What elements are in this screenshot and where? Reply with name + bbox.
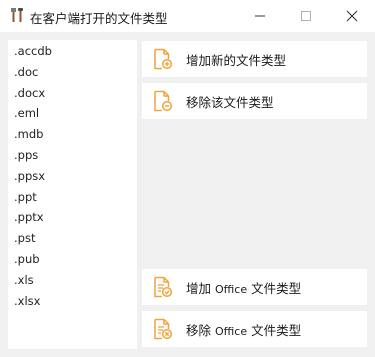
maximize-button[interactable] bbox=[283, 0, 329, 32]
list-item[interactable]: .docx bbox=[8, 83, 137, 104]
file-add-icon bbox=[154, 48, 173, 70]
file-list-check-icon bbox=[154, 276, 173, 298]
list-item[interactable]: .pub bbox=[8, 249, 137, 270]
title-bar: 在客户端打开的文件类型 bbox=[0, 0, 375, 32]
add-office-file-types-button[interactable]: 增加 Office 文件类型 bbox=[142, 269, 367, 305]
file-list-remove-icon bbox=[154, 318, 173, 340]
add-file-type-label: 增加新的文件类型 bbox=[186, 52, 287, 68]
list-item[interactable]: .ppt bbox=[8, 187, 137, 208]
minimize-icon bbox=[255, 15, 265, 17]
close-icon bbox=[346, 10, 358, 22]
minimize-button[interactable] bbox=[237, 0, 283, 32]
add-office-file-types-label: 增加 Office 文件类型 bbox=[186, 280, 302, 296]
list-item[interactable]: .mdb bbox=[8, 124, 137, 145]
list-item[interactable]: .eml bbox=[8, 103, 137, 124]
list-item[interactable]: .pps bbox=[8, 145, 137, 166]
list-item[interactable]: .xlsx bbox=[8, 291, 137, 312]
dialog-body: .accdb .doc .docx .eml .mdb .pps .ppsx .… bbox=[0, 32, 375, 357]
remove-file-type-label: 移除该文件类型 bbox=[186, 94, 274, 110]
maximize-icon bbox=[301, 11, 311, 21]
tools-icon bbox=[11, 8, 23, 22]
add-file-type-button[interactable]: 增加新的文件类型 bbox=[142, 41, 367, 77]
remove-office-file-types-label: 移除 Office 文件类型 bbox=[186, 322, 302, 338]
file-type-list[interactable]: .accdb .doc .docx .eml .mdb .pps .ppsx .… bbox=[8, 40, 137, 349]
window-title: 在客户端打开的文件类型 bbox=[30, 11, 168, 26]
list-item[interactable]: .pptx bbox=[8, 207, 137, 228]
close-button[interactable] bbox=[329, 0, 375, 32]
list-item[interactable]: .doc bbox=[8, 62, 137, 83]
remove-file-type-button[interactable]: 移除该文件类型 bbox=[142, 83, 367, 119]
list-item[interactable]: .pst bbox=[8, 228, 137, 249]
file-remove-icon bbox=[154, 90, 173, 112]
list-item[interactable]: .ppsx bbox=[8, 166, 137, 187]
list-item[interactable]: .accdb bbox=[8, 41, 137, 62]
list-item[interactable]: .xls bbox=[8, 270, 137, 291]
remove-office-file-types-button[interactable]: 移除 Office 文件类型 bbox=[142, 311, 367, 347]
